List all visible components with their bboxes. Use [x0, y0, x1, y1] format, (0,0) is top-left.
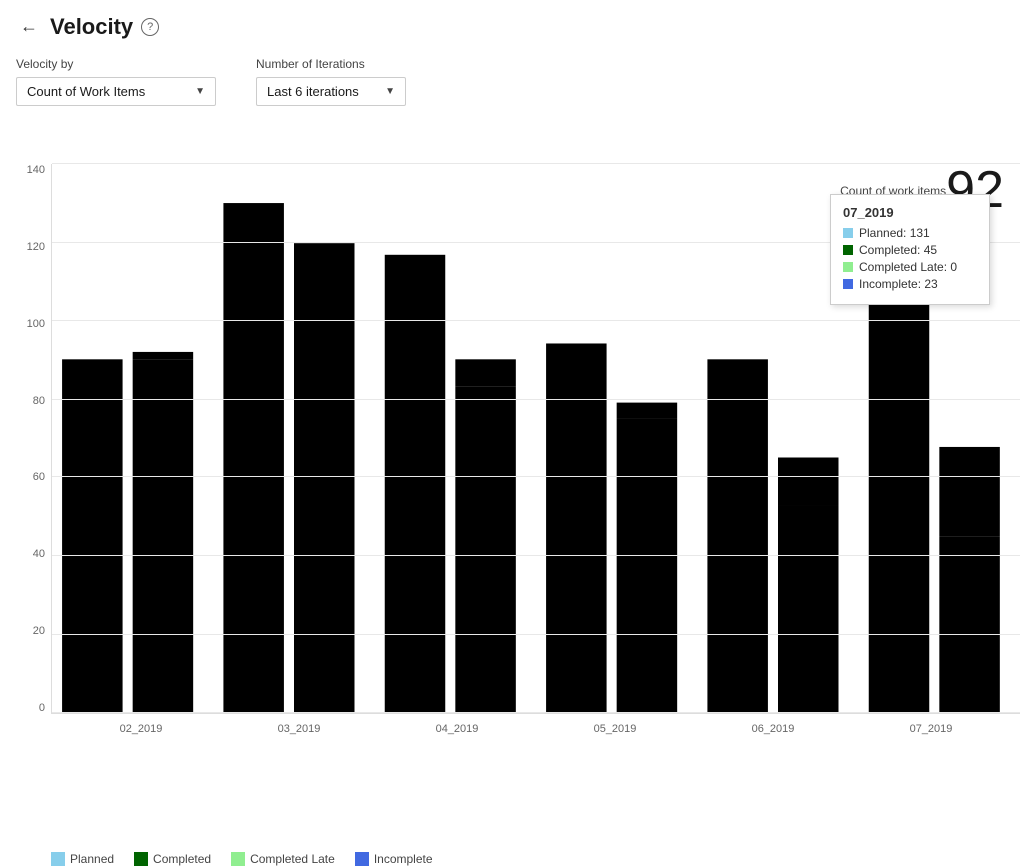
tooltip-clate-dot	[843, 262, 853, 272]
velocity-by-dropdown[interactable]: Count of Work Items ▼	[16, 77, 216, 106]
velocity-by-group: Velocity by Count of Work Items ▼	[16, 57, 216, 106]
velocity-by-label: Velocity by	[16, 57, 216, 71]
tooltip-completed-label: Completed: 45	[859, 243, 937, 257]
iterations-dropdown[interactable]: Last 6 iterations ▼	[256, 77, 406, 106]
back-button[interactable]: ←	[16, 12, 42, 41]
x-label-04: 04_2019	[378, 723, 536, 735]
iterations-label: Number of Iterations	[256, 57, 406, 71]
tooltip-title: 07_2019	[843, 205, 977, 220]
y-axis: 140 120 100 80 60 40 20 0	[16, 164, 51, 714]
legend-box-completed	[134, 852, 148, 866]
tooltip-incomplete-label: Incomplete: 23	[859, 277, 938, 291]
legend-box-planned	[51, 852, 65, 866]
chart-container: Count of work items Average Velocity 92 …	[0, 164, 1036, 814]
tooltip-planned-row: Planned: 131	[843, 226, 977, 240]
x-label-02: 02_2019	[62, 723, 220, 735]
iterations-group: Number of Iterations Last 6 iterations ▼	[256, 57, 406, 106]
tooltip: 07_2019 Planned: 131 Completed: 45 Compl…	[830, 194, 990, 305]
x-label-03: 03_2019	[220, 723, 378, 735]
iterations-arrow: ▼	[385, 86, 395, 97]
legend-box-incomplete	[355, 852, 369, 866]
tooltip-completed-row: Completed: 45	[843, 243, 977, 257]
y-label-40: 40	[33, 548, 45, 560]
chart-plot: 02_2019 03_2019 04_2019 05_2019 06_2019 …	[51, 164, 1020, 714]
tooltip-incomplete-row: Incomplete: 23	[843, 277, 977, 291]
tooltip-clate-row: Completed Late: 0	[843, 260, 977, 274]
legend-box-clate	[231, 852, 245, 866]
help-icon[interactable]: ?	[141, 18, 159, 36]
y-label-140: 140	[27, 164, 45, 176]
legend-item-completed: Completed	[134, 852, 211, 866]
tooltip-clate-label: Completed Late: 0	[859, 260, 957, 274]
legend-label-completed: Completed	[153, 852, 211, 866]
y-label-120: 120	[27, 241, 45, 253]
x-label-07: 07_2019	[852, 723, 1010, 735]
x-labels: 02_2019 03_2019 04_2019 05_2019 06_2019 …	[52, 723, 1020, 735]
velocity-by-arrow: ▼	[195, 86, 205, 97]
legend-label-planned: Planned	[70, 852, 114, 866]
tooltip-planned-dot	[843, 228, 853, 238]
y-label-100: 100	[27, 318, 45, 330]
controls-bar: Velocity by Count of Work Items ▼ Number…	[0, 49, 1036, 114]
y-label-80: 80	[33, 395, 45, 407]
tooltip-completed-dot	[843, 245, 853, 255]
legend-label-clate: Completed Late	[250, 852, 335, 866]
velocity-by-value: Count of Work Items	[27, 84, 145, 99]
chart-area: 140 120 100 80 60 40 20 0	[16, 164, 1020, 744]
y-label-20: 20	[33, 625, 45, 637]
tooltip-planned-label: Planned: 131	[859, 226, 930, 240]
x-label-06: 06_2019	[694, 723, 852, 735]
page-title: Velocity	[50, 14, 133, 40]
x-label-05: 05_2019	[536, 723, 694, 735]
legend-item-planned: Planned	[51, 852, 114, 866]
legend: Planned Completed Completed Late Incompl…	[0, 844, 1036, 866]
legend-label-incomplete: Incomplete	[374, 852, 433, 866]
y-label-60: 60	[33, 471, 45, 483]
iterations-value: Last 6 iterations	[267, 84, 359, 99]
legend-item-incomplete: Incomplete	[355, 852, 433, 866]
tooltip-incomplete-dot	[843, 279, 853, 289]
legend-item-clate: Completed Late	[231, 852, 335, 866]
y-label-0: 0	[39, 702, 45, 714]
